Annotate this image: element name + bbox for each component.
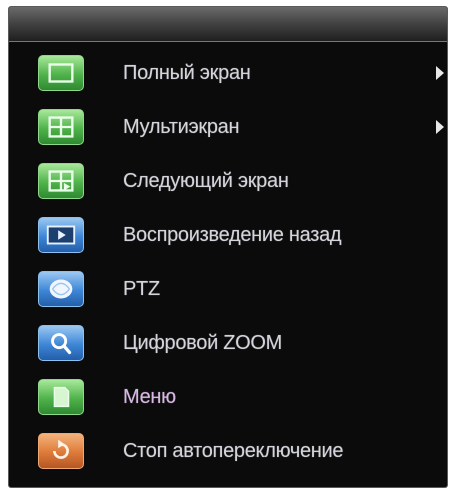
menu-header — [9, 7, 447, 42]
menu-item-label: Следующий экран — [123, 169, 289, 192]
next-screen-icon — [38, 163, 84, 199]
menu-icon — [38, 379, 84, 415]
stop-autoswitch-icon — [38, 433, 84, 469]
multiscreen-icon — [38, 109, 84, 145]
submenu-arrow-icon — [436, 66, 444, 80]
menu-item-playback[interactable]: Воспроизведение назад — [9, 208, 447, 262]
menu-item-fullscreen[interactable]: Полный экран — [9, 46, 447, 100]
menu-item-ptz[interactable]: PTZ — [9, 262, 447, 316]
submenu-arrow-icon — [436, 120, 444, 134]
menu-item-next-screen[interactable]: Следующий экран — [9, 154, 447, 208]
fullscreen-icon — [38, 55, 84, 91]
menu-item-label: Полный экран — [123, 61, 251, 84]
context-menu: Полный экран Мультиэкран Следующий экран… — [8, 6, 448, 488]
menu-item-label: Стоп автопереключение — [123, 439, 344, 462]
menu-item-digital-zoom[interactable]: Цифровой ZOOM — [9, 316, 447, 370]
menu-item-menu[interactable]: Меню — [9, 370, 447, 424]
menu-item-label: PTZ — [123, 277, 160, 300]
menu-item-stop-autoswitch[interactable]: Стоп автопереключение — [9, 424, 447, 478]
menu-item-multiscreen[interactable]: Мультиэкран — [9, 100, 447, 154]
playback-icon — [38, 217, 84, 253]
zoom-icon — [38, 325, 84, 361]
menu-list: Полный экран Мультиэкран Следующий экран… — [9, 42, 447, 474]
ptz-icon — [38, 271, 84, 307]
menu-item-label: Меню — [123, 385, 176, 408]
menu-item-label: Цифровой ZOOM — [123, 331, 283, 354]
menu-item-label: Мультиэкран — [123, 115, 240, 138]
menu-item-label: Воспроизведение назад — [123, 223, 342, 246]
